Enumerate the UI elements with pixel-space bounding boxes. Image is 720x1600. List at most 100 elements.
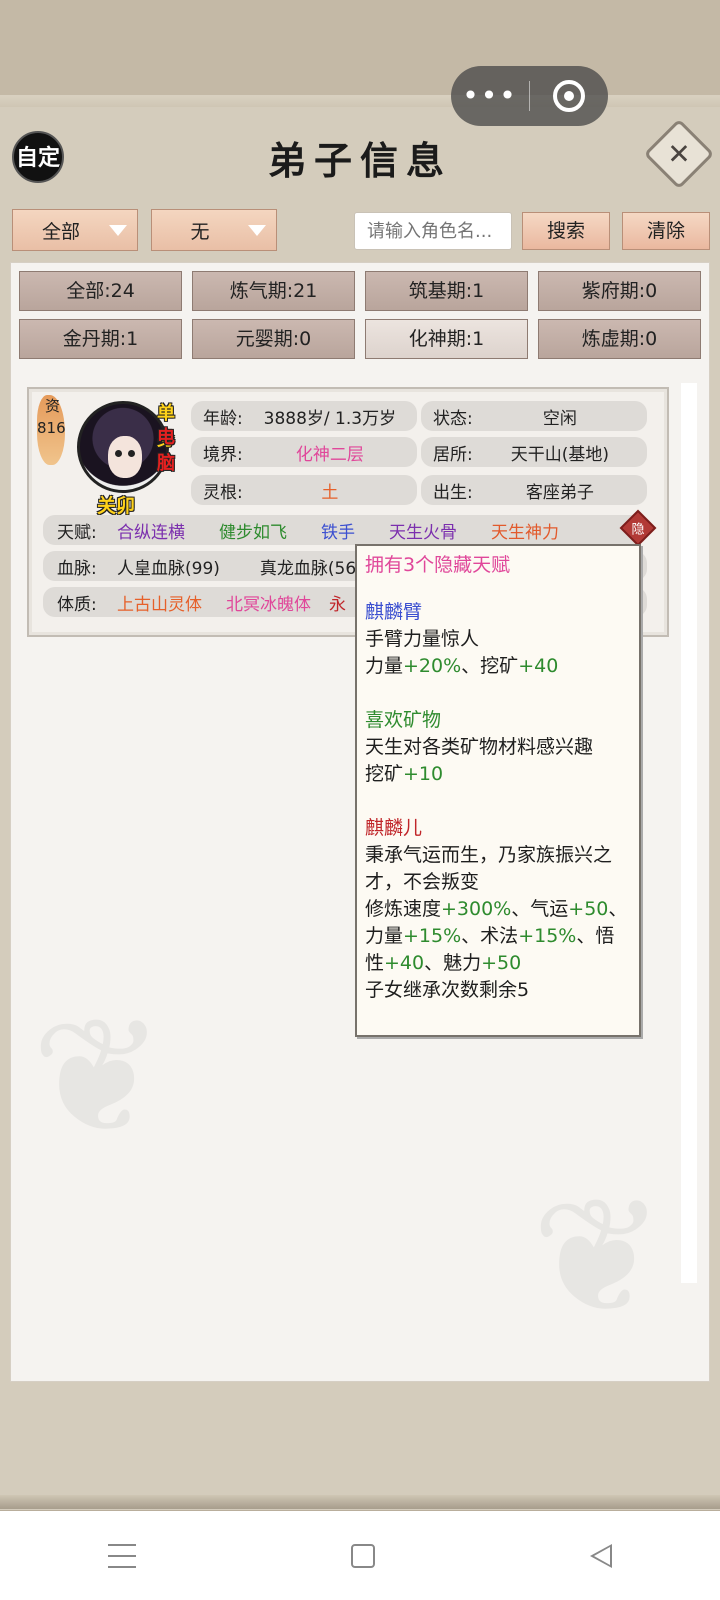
- subfilter-dropdown[interactable]: 无: [151, 209, 277, 251]
- effect-label: 、气运: [511, 898, 569, 920]
- effect-value: +15%: [403, 925, 462, 947]
- subfilter-dropdown-label: 无: [190, 220, 210, 243]
- realm-value: 化神二层: [295, 444, 364, 465]
- portrait-area: 资 816 单身 电脑 关卯: [37, 395, 187, 517]
- search-button[interactable]: 搜索: [522, 212, 610, 250]
- home-icon[interactable]: [350, 1543, 375, 1568]
- talent-item[interactable]: 合纵连横: [117, 518, 185, 543]
- realm-filter-golden-core[interactable]: 金丹期:1: [19, 319, 182, 359]
- effect-value: +50: [481, 952, 522, 974]
- avatar[interactable]: [77, 401, 169, 493]
- spirit-root-value: 土: [321, 482, 339, 503]
- bloodline-label: 血脉:: [57, 558, 97, 579]
- menu-icon[interactable]: [107, 1543, 136, 1568]
- residence-label: 居所:: [433, 444, 473, 465]
- status-row: 状态: 空闲: [421, 401, 647, 431]
- clear-button[interactable]: 清除: [622, 212, 710, 250]
- hidden-talent-effects: 力量+20%、挖矿+40: [365, 653, 631, 680]
- hidden-talent-name: 喜欢矿物: [365, 709, 442, 731]
- scroll-top-edge: [0, 95, 720, 107]
- bamboo-decoration: ❦: [531, 1163, 666, 1350]
- chevron-down-icon: [248, 224, 266, 236]
- inherit-count: 子女继承次数剩余5: [365, 979, 530, 1001]
- residence-row: 居所: 天干山(基地): [421, 437, 647, 467]
- back-icon[interactable]: [590, 1543, 613, 1568]
- scroll-bottom-edge: [0, 1495, 720, 1509]
- talent-item[interactable]: 健步如飞: [219, 518, 287, 543]
- hidden-talent-entry: 麒麟臂 手臂力量惊人 力量+20%、挖矿+40: [365, 599, 631, 680]
- hidden-talent-effects: 修炼速度+300%、气运+50、力量+15%、术法+15%、悟性+40、魅力+5…: [365, 896, 631, 977]
- age-value: 3888岁/ 1.3万岁: [263, 408, 397, 429]
- pc-tag: 电脑: [157, 427, 175, 474]
- residence-value: 天干山(基地): [510, 444, 609, 465]
- birth-label: 出生:: [433, 482, 473, 503]
- hidden-talent-name: 麒麟臂: [365, 601, 423, 623]
- category-dropdown-label: 全部: [41, 220, 80, 243]
- bloodline-item[interactable]: 真龙血脉(56: [260, 554, 356, 579]
- physique-item[interactable]: 永: [329, 590, 346, 615]
- effect-label: 、挖矿: [461, 655, 519, 677]
- top-wave-background: [0, 0, 720, 100]
- hidden-talent-entry: 麒麟儿 秉承气运而生，乃家族振兴之才，不会叛变 修炼速度+300%、气运+50、…: [365, 815, 631, 1004]
- page-title: 弟子信息: [267, 138, 452, 183]
- target-icon: [553, 80, 585, 112]
- search-input[interactable]: [354, 212, 512, 250]
- exit-miniprogram-button[interactable]: [530, 80, 608, 112]
- aptitude-label: 资: [45, 397, 61, 415]
- list-scrollbar[interactable]: [681, 383, 697, 1283]
- system-nav-bar: [0, 1511, 720, 1600]
- realm-filter-nascent-soul[interactable]: 元婴期:0: [192, 319, 355, 359]
- talent-item[interactable]: 铁手: [321, 518, 355, 543]
- effect-label: 修炼速度: [365, 898, 442, 920]
- realm-label: 境界:: [203, 444, 243, 465]
- realm-filter-foundation[interactable]: 筑基期:1: [365, 271, 528, 311]
- effect-value: +20%: [403, 655, 462, 677]
- hidden-talent-tooltip: 拥有3个隐藏天赋 麒麟臂 手臂力量惊人 力量+20%、挖矿+40 喜欢矿物 天生…: [355, 544, 641, 1037]
- spirit-root-label: 灵根:: [203, 482, 243, 503]
- birth-row: 出生: 客座弟子: [421, 475, 647, 505]
- hidden-talent-badge-label: 隐: [631, 522, 645, 538]
- avatar-face: [108, 436, 142, 478]
- realm-filter-void[interactable]: 炼虚期:0: [538, 319, 701, 359]
- hidden-talent-effects: 挖矿+10: [365, 761, 631, 788]
- age-label: 年龄:: [203, 408, 243, 429]
- talent-item[interactable]: 天生火骨: [389, 518, 457, 543]
- talent-row: 天赋: 合纵连横 健步如飞 铁手 天生火骨 天生神力: [43, 515, 647, 545]
- aptitude-value: 816: [37, 419, 66, 437]
- realm-row: 境界: 化神二层: [191, 437, 417, 467]
- character-name: 关卯: [97, 495, 136, 517]
- physique-item[interactable]: 上古山灵体: [117, 590, 202, 615]
- effect-label: 、术法: [461, 925, 519, 947]
- hidden-talent-name: 麒麟儿: [365, 817, 423, 839]
- physique-label: 体质:: [57, 594, 97, 615]
- close-icon: ✕: [667, 137, 691, 171]
- realm-filter-all[interactable]: 全部:24: [19, 271, 182, 311]
- auto-button[interactable]: 自定: [12, 131, 64, 183]
- effect-value: +300%: [441, 898, 512, 920]
- realm-filter-qi[interactable]: 炼气期:21: [192, 271, 355, 311]
- age-row: 年龄: 3888岁/ 1.3万岁: [191, 401, 417, 431]
- effect-label: 挖矿: [365, 763, 404, 785]
- talent-label: 天赋:: [57, 522, 97, 543]
- physique-item[interactable]: 北冥冰魄体: [226, 590, 311, 615]
- status-value: 空闲: [542, 408, 577, 429]
- effect-value: +10: [403, 763, 444, 785]
- effect-value: +40: [518, 655, 559, 677]
- hidden-talent-entry: 喜欢矿物 天生对各类矿物材料感兴趣 挖矿+10: [365, 707, 631, 788]
- realm-filter-zifu[interactable]: 紫府期:0: [538, 271, 701, 311]
- realm-filter-spirit[interactable]: 化神期:1: [365, 319, 528, 359]
- effect-value: +15%: [518, 925, 577, 947]
- talent-item[interactable]: 天生神力: [491, 518, 559, 543]
- effect-value: +40: [384, 952, 425, 974]
- effect-value: +50: [568, 898, 609, 920]
- miniprogram-capsule: •••: [451, 66, 608, 126]
- spirit-root-row: 灵根: 土: [191, 475, 417, 505]
- status-label: 状态:: [433, 408, 473, 429]
- category-dropdown[interactable]: 全部: [12, 209, 138, 251]
- more-menu-button[interactable]: •••: [451, 66, 529, 126]
- bloodline-item[interactable]: 人皇血脉(99): [117, 554, 220, 579]
- realm-filter-grid: 全部:24 炼气期:21 筑基期:1 紫府期:0 金丹期:1 元婴期:0 化神期…: [19, 271, 703, 359]
- hidden-talent-desc: 天生对各类矿物材料感兴趣: [365, 736, 594, 758]
- chevron-down-icon: [109, 224, 127, 236]
- birth-value: 客座弟子: [525, 482, 594, 503]
